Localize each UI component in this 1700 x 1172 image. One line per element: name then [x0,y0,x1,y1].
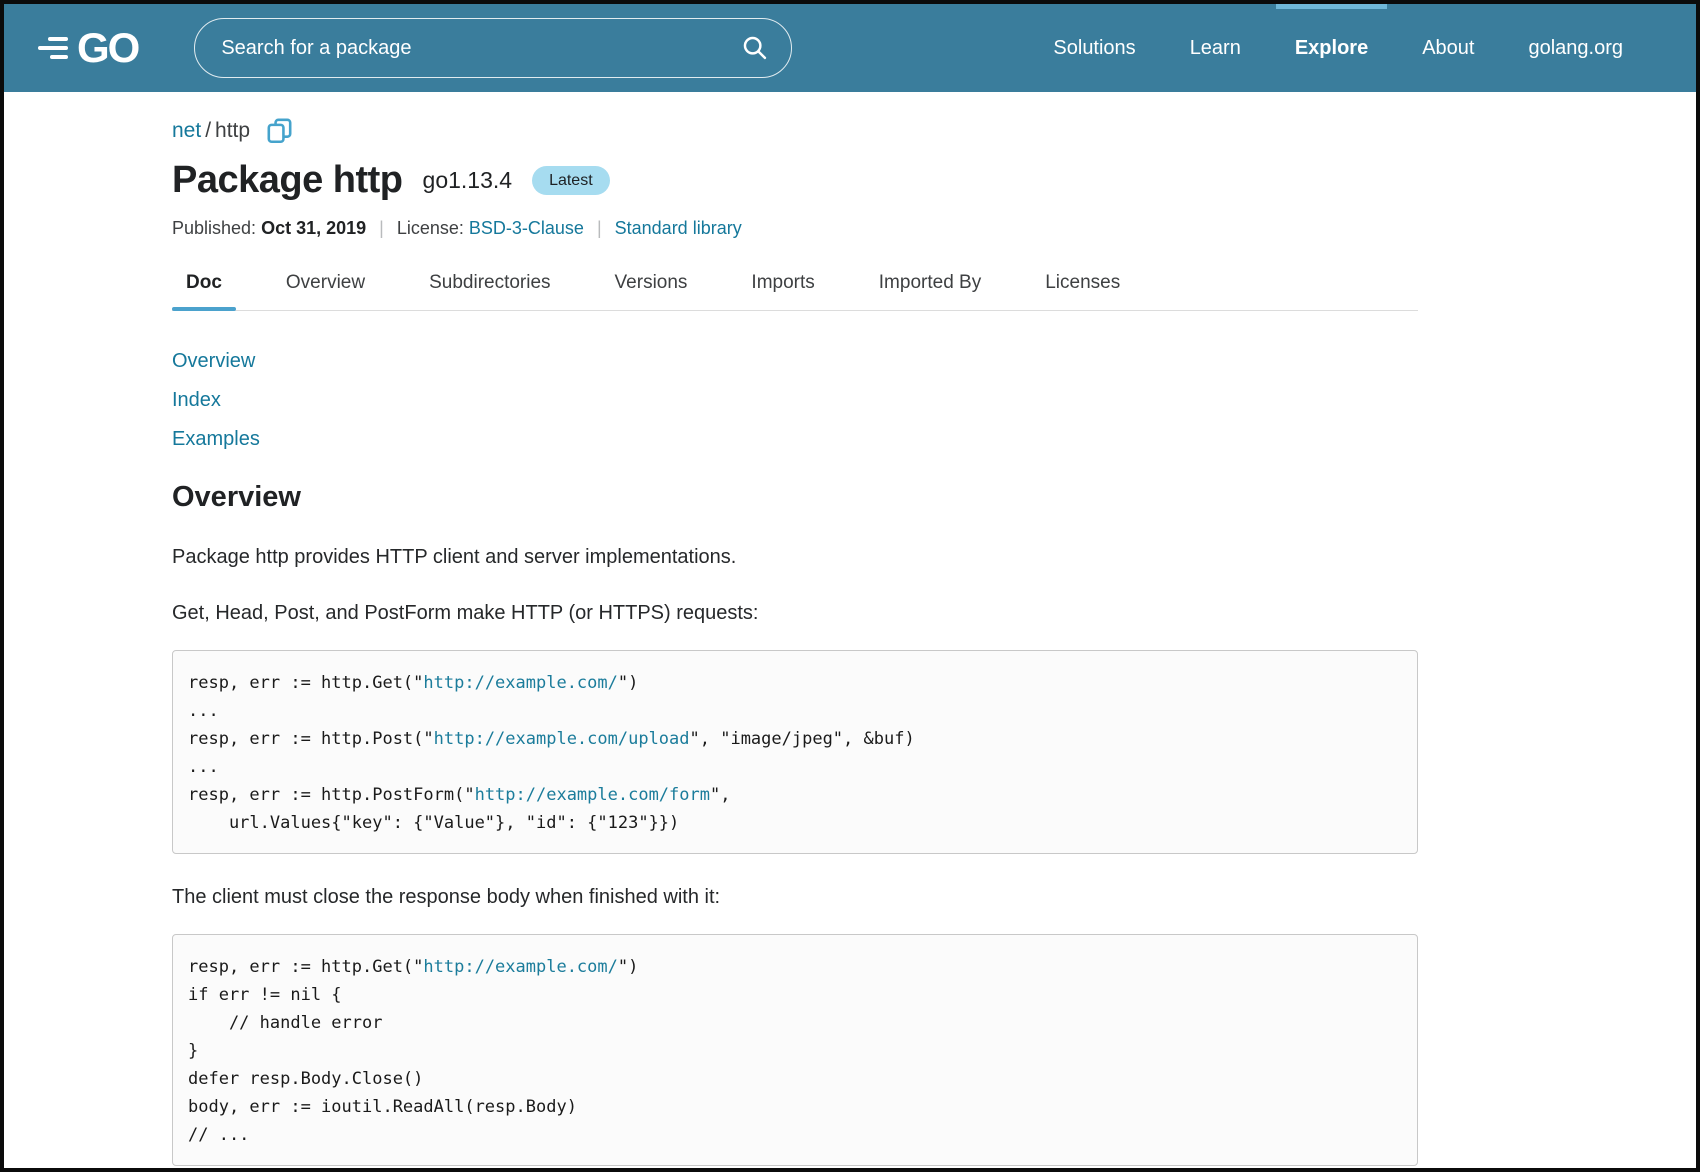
overview-paragraph-2: Get, Head, Post, and PostForm make HTTP … [172,600,1418,626]
code-text: resp, err := http.Get(" [188,957,423,977]
code-text: } [188,1041,198,1061]
tab-bar: Doc Overview Subdirectories Versions Imports… [172,272,1418,311]
code-text: defer resp.Body.Close() [188,1069,423,1089]
search-button[interactable] [741,34,769,62]
nav-item-explore[interactable]: Explore [1268,4,1395,92]
toc-link-overview[interactable]: Overview [172,342,1418,381]
code-text: resp, err := http.Get(" [188,673,423,693]
overview-paragraph-3: The client must close the response body … [172,884,1418,910]
breadcrumb-separator: / [205,119,211,143]
package-title-row: Package http go1.13.4 Latest [172,159,1418,202]
tab-subdirectories[interactable]: Subdirectories [415,272,564,310]
license-link[interactable]: BSD-3-Clause [469,218,584,238]
code-text: ... [188,757,219,777]
package-version: go1.13.4 [423,167,513,194]
code-text: // handle error [188,1013,382,1033]
nav-item-golangorg[interactable]: golang.org [1501,4,1650,92]
published-label: Published: Oct 31, 2019 [172,218,366,239]
breadcrumb-current: http [215,119,250,143]
nav-item-about[interactable]: About [1395,4,1501,92]
tab-imported-by[interactable]: Imported By [865,272,995,310]
code-text: resp, err := http.Post(" [188,729,434,749]
code-url-link[interactable]: http://example.com/ [423,957,617,977]
published-date: Oct 31, 2019 [261,218,366,238]
site-header: GO SolutionsLearnExploreAboutgolang.org [4,4,1696,92]
go-logo-speed-lines-icon [38,37,68,59]
package-meta-row: Published: Oct 31, 2019 | License: BSD-3… [172,218,1418,239]
code-url-link[interactable]: http://example.com/ [423,673,617,693]
tab-overview[interactable]: Overview [272,272,379,310]
code-text: resp, err := http.PostForm(" [188,785,475,805]
copy-icon [266,117,293,144]
tab-licenses[interactable]: Licenses [1031,272,1134,310]
code-text: // ... [188,1125,249,1145]
search-input[interactable] [221,37,741,60]
tab-doc[interactable]: Doc [172,272,236,310]
doc-toc: OverviewIndexExamples [172,342,1418,459]
code-text: body, err := ioutil.ReadAll(resp.Body) [188,1097,577,1117]
copy-path-button[interactable] [266,117,293,144]
breadcrumb: net/http [172,117,1418,144]
nav-item-solutions[interactable]: Solutions [1026,4,1162,92]
code-text: ", [710,785,730,805]
meta-separator: | [379,218,384,239]
code-text: ") [618,673,638,693]
code-text: ") [618,957,638,977]
go-logo[interactable]: GO [38,27,138,69]
tab-imports[interactable]: Imports [737,272,828,310]
go-logo-text: GO [77,27,138,69]
code-url-link[interactable]: http://example.com/form [475,785,710,805]
search-box[interactable] [194,18,792,78]
header-nav: SolutionsLearnExploreAboutgolang.org [1026,4,1650,92]
code-text: url.Values{"key": {"Value"}, "id": {"123… [188,813,679,833]
latest-badge[interactable]: Latest [532,166,610,195]
toc-link-examples[interactable]: Examples [172,420,1418,459]
code-url-link[interactable]: http://example.com/upload [434,729,690,749]
meta-separator: | [597,218,602,239]
code-text: if err != nil { [188,985,342,1005]
code-text: ", "image/jpeg", &buf) [690,729,915,749]
overview-paragraph-1: Package http provides HTTP client and se… [172,544,1418,570]
main-content: net/http Package http go1.13.4 Latest Pu… [4,117,1418,1166]
standard-library-link[interactable]: Standard library [615,218,742,239]
overview-heading: Overview [172,481,1418,514]
page-title: Package http [172,159,403,202]
license-label: License: BSD-3-Clause [397,218,584,239]
breadcrumb-link-net[interactable]: net [172,119,201,143]
code-text: ... [188,701,219,721]
toc-link-index[interactable]: Index [172,381,1418,420]
search-icon [741,34,769,62]
nav-item-learn[interactable]: Learn [1163,4,1268,92]
tab-versions[interactable]: Versions [601,272,702,310]
code-block-2: resp, err := http.Get("http://example.co… [172,934,1418,1166]
code-block-1: resp, err := http.Get("http://example.co… [172,650,1418,854]
